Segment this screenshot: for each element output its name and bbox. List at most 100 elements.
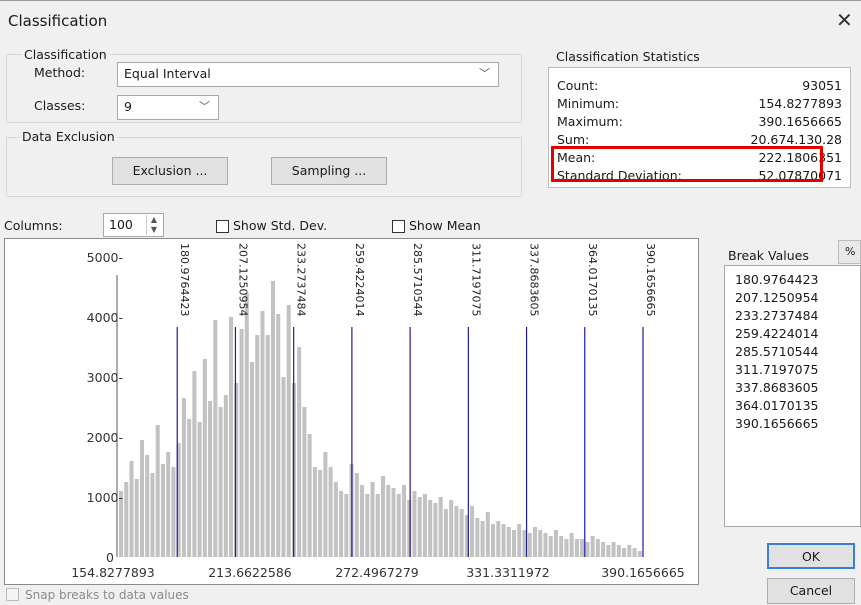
stats-label: Maximum: xyxy=(557,114,623,129)
break-value-item[interactable]: 364.0170135 xyxy=(735,398,819,413)
histogram-bar xyxy=(318,470,323,557)
chevron-down-icon: ﹀ xyxy=(479,67,490,80)
break-value-item[interactable]: 285.5710544 xyxy=(735,344,819,359)
method-label: Method: xyxy=(34,65,86,80)
stats-value: 390.1656665 xyxy=(758,114,842,129)
histogram-bar xyxy=(496,521,501,557)
break-label: 180.9764423 xyxy=(178,243,191,316)
stats-row-minimum: Minimum: 154.8277893 xyxy=(557,96,842,113)
histogram-bar xyxy=(611,542,616,557)
histogram-bar xyxy=(229,317,234,557)
histogram-bar xyxy=(433,503,438,557)
show-std-dev-checkbox[interactable] xyxy=(216,220,229,233)
histogram-bar xyxy=(459,509,464,557)
histogram-bar xyxy=(370,482,375,557)
histogram-bar xyxy=(160,464,165,557)
ok-button[interactable]: OK xyxy=(767,543,855,569)
histogram-bar xyxy=(438,497,443,557)
histogram-bar xyxy=(276,314,281,557)
columns-value: 100 xyxy=(109,217,133,232)
percent-toggle-button[interactable]: % xyxy=(838,240,861,264)
histogram-bar xyxy=(197,422,202,557)
histogram-bar xyxy=(339,491,344,557)
histogram-bar xyxy=(124,482,129,557)
x-tick-label: 272.4967279 xyxy=(335,565,419,580)
break-label: 390.1656665 xyxy=(644,243,657,316)
histogram-bar xyxy=(134,479,139,557)
show-mean-checkbox[interactable] xyxy=(392,220,405,233)
break-value-item[interactable]: 337.8683605 xyxy=(735,380,819,395)
histogram-bar xyxy=(302,407,307,557)
stats-value: 154.8277893 xyxy=(758,96,842,111)
stats-row-count: Count: 93051 xyxy=(557,78,842,95)
spinner-arrows-icon[interactable]: ▲ ▼ xyxy=(146,215,161,235)
histogram-bar xyxy=(574,539,579,557)
classes-dropdown[interactable]: 9 ﹀ xyxy=(117,95,219,120)
histogram-bar xyxy=(527,533,532,557)
histogram-bar xyxy=(239,329,244,557)
histogram-bar xyxy=(606,545,611,557)
break-values-list[interactable]: 180.9764423 207.1250954 233.2737484 259.… xyxy=(724,265,861,527)
histogram-bar xyxy=(391,488,396,557)
close-icon[interactable]: ✕ xyxy=(836,8,853,32)
histogram-bar xyxy=(181,398,186,557)
x-tick-label: 331.3311972 xyxy=(466,565,550,580)
method-value: Equal Interval xyxy=(124,66,211,81)
window-title: Classification xyxy=(8,12,108,30)
histogram-bar xyxy=(213,320,218,557)
method-dropdown[interactable]: Equal Interval ﹀ xyxy=(117,62,499,87)
sampling-button[interactable]: Sampling ... xyxy=(271,157,387,185)
break-value-item[interactable]: 390.1656665 xyxy=(735,416,819,431)
break-value-item[interactable]: 311.7197075 xyxy=(735,362,819,377)
histogram-bar xyxy=(564,539,569,557)
break-value-item[interactable]: 180.9764423 xyxy=(735,272,819,287)
y-tick-label: 3000- xyxy=(87,370,123,385)
histogram-bar xyxy=(323,452,328,557)
break-value-item[interactable]: 259.4224014 xyxy=(735,326,819,341)
break-value-item[interactable]: 207.1250954 xyxy=(735,290,819,305)
histogram-chart: 180.9764423 207.1250954 233.2737484 259.422… xyxy=(71,243,685,580)
histogram-bar xyxy=(491,524,496,557)
chevron-down-icon: ﹀ xyxy=(199,100,210,113)
histogram-bar xyxy=(129,461,134,557)
histogram-bar xyxy=(475,518,480,557)
histogram-bar xyxy=(218,407,223,557)
histogram-bar xyxy=(281,377,286,557)
histogram-bar xyxy=(192,371,197,557)
histogram-bar xyxy=(569,533,574,557)
histogram-bar xyxy=(187,419,192,557)
histogram-bar xyxy=(485,512,490,557)
histogram-bar xyxy=(512,530,517,557)
break-value-item[interactable]: 233.2737484 xyxy=(735,308,819,323)
snap-breaks-checkbox[interactable] xyxy=(6,588,19,601)
histogram-bar xyxy=(480,521,485,557)
histogram-bar xyxy=(632,548,637,557)
histogram-bar xyxy=(585,542,590,557)
histogram-bar xyxy=(590,536,595,557)
histogram-bar xyxy=(627,545,632,557)
histogram-bar xyxy=(637,551,642,557)
data-exclusion-label: Data Exclusion xyxy=(20,129,117,144)
histogram-bar xyxy=(244,293,249,557)
histogram-bar xyxy=(145,455,150,557)
exclusion-button[interactable]: Exclusion ... xyxy=(112,157,228,185)
classification-group-label: Classification xyxy=(22,47,109,62)
window-top-border xyxy=(0,0,861,1)
histogram-bar xyxy=(328,467,333,557)
break-label: 207.1250954 xyxy=(236,243,249,316)
histogram-bar xyxy=(417,497,422,557)
histogram-bar xyxy=(412,491,417,557)
histogram-bar xyxy=(470,506,475,557)
histogram-panel[interactable]: 180.9764423 207.1250954 233.2737484 259.422… xyxy=(4,238,699,585)
histogram-bar xyxy=(255,335,260,557)
columns-spinner[interactable]: 100 ▲ ▼ xyxy=(103,213,164,237)
show-mean-label: Show Mean xyxy=(409,218,481,233)
snap-breaks-label: Snap breaks to data values xyxy=(25,588,189,602)
cancel-button[interactable]: Cancel xyxy=(767,578,855,604)
histogram-bar xyxy=(532,527,537,557)
break-values-header: Break Values xyxy=(728,248,809,263)
stats-label: Count: xyxy=(557,78,599,93)
histogram-bar xyxy=(422,494,427,557)
histogram-bar xyxy=(595,539,600,557)
histogram-bar xyxy=(166,452,171,557)
